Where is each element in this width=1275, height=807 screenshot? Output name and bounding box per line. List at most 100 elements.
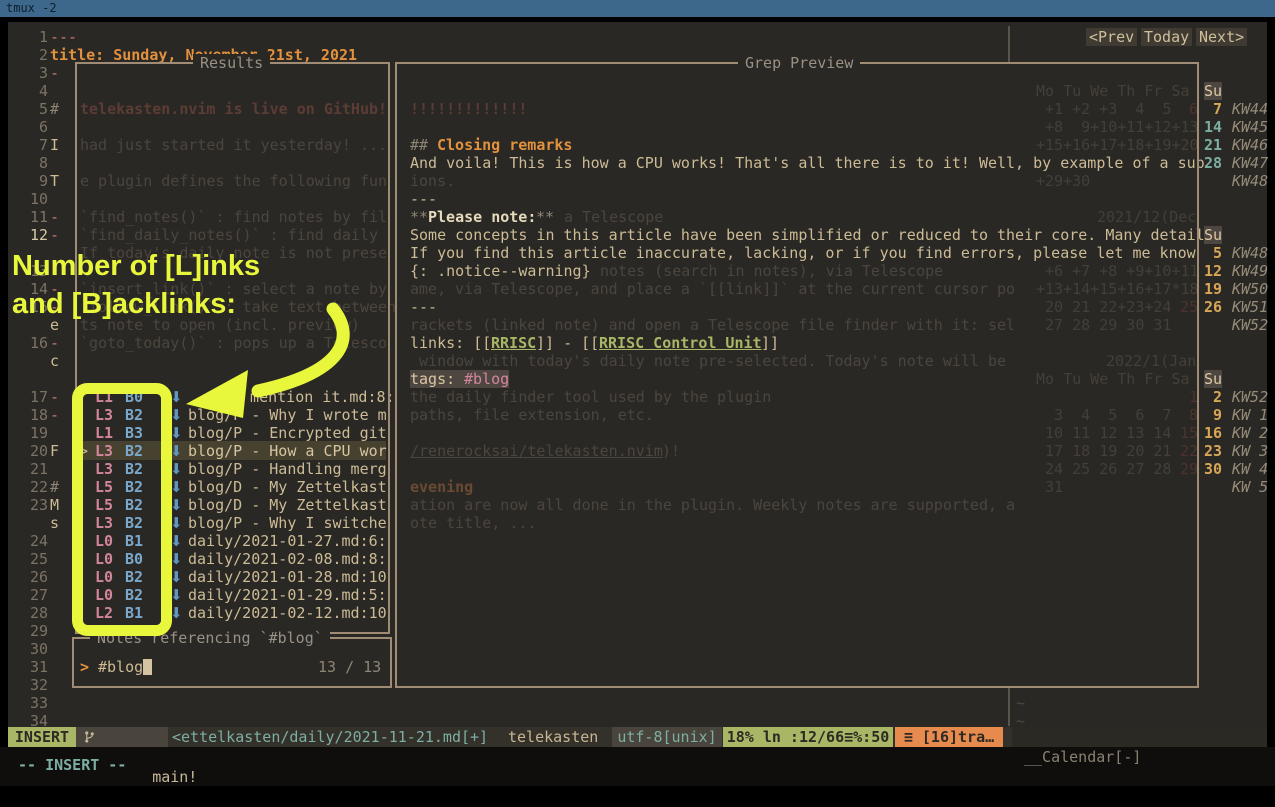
calendar-day[interactable]: 2 bbox=[1204, 388, 1222, 406]
text-seg: KW51 bbox=[1232, 298, 1268, 316]
cursor-position-label: 18% ln :12/66≡%:50 bbox=[723, 727, 893, 747]
text-seg: F bbox=[50, 442, 59, 460]
text-seg: 29 bbox=[28, 622, 48, 640]
text-seg: KW 3 bbox=[1232, 442, 1268, 460]
text-seg: - bbox=[50, 406, 59, 424]
text-seg: KW46 bbox=[1232, 136, 1268, 154]
text-seg: 30 bbox=[28, 640, 48, 658]
text-seg: c bbox=[50, 352, 59, 370]
text-seg: 3 bbox=[28, 64, 48, 82]
text-seg: T bbox=[50, 172, 59, 190]
text-seg: 1 bbox=[28, 28, 48, 46]
text-seg: KW 1 bbox=[1232, 406, 1268, 424]
calendar-day[interactable]: 26 bbox=[1204, 298, 1222, 316]
results-title: Results bbox=[193, 54, 270, 72]
text-seg: KW 4 bbox=[1232, 460, 1268, 478]
text-seg: KW52 bbox=[1232, 316, 1268, 334]
text-seg: 22 bbox=[28, 478, 48, 496]
text-seg: KW 5 bbox=[1232, 478, 1268, 496]
text-seg: Su bbox=[1204, 226, 1222, 244]
text-seg: - bbox=[50, 208, 59, 226]
text-seg: KW52 bbox=[1232, 388, 1268, 406]
text-seg: 33 bbox=[28, 694, 48, 712]
git-branch-label: main! bbox=[152, 768, 197, 786]
next-button[interactable]: Next> bbox=[1196, 28, 1247, 46]
text-seg: KW50 bbox=[1232, 280, 1268, 298]
text-seg: 7 bbox=[28, 136, 48, 154]
text-seg: - bbox=[50, 334, 59, 352]
text-seg: 8 bbox=[28, 154, 48, 172]
text-seg: 6 bbox=[28, 118, 48, 136]
calendar-day[interactable]: 5 bbox=[1204, 244, 1222, 262]
text-seg: KW48 bbox=[1232, 172, 1268, 190]
text-seg: 31 bbox=[28, 658, 48, 676]
text-seg: 26 bbox=[28, 568, 48, 586]
text-seg: 25 bbox=[28, 550, 48, 568]
results-window bbox=[75, 62, 390, 634]
git-branch-icon bbox=[84, 730, 95, 744]
calendar-day[interactable]: 30 bbox=[1204, 460, 1222, 478]
text-seg: KW48 bbox=[1232, 244, 1268, 262]
text-seg: 28 bbox=[28, 604, 48, 622]
text-seg: 32 bbox=[28, 676, 48, 694]
mode-indicator: INSERT bbox=[8, 727, 76, 747]
text-seg: --- bbox=[50, 28, 77, 46]
text-seg: 4 bbox=[28, 82, 48, 100]
annotation-text-line1: Number of [L]inks bbox=[12, 250, 260, 283]
text-seg: 24 bbox=[28, 532, 48, 550]
preview-window bbox=[395, 62, 1199, 688]
text-seg: 18 bbox=[28, 406, 48, 424]
text-seg: 10 bbox=[28, 190, 48, 208]
text-seg: Su bbox=[1204, 370, 1222, 388]
calendar-statusline: __Calendar[-] bbox=[1012, 727, 1267, 747]
buffer-indicator[interactable]: ≡ [16]tra… bbox=[895, 727, 1003, 747]
text-seg: 9 bbox=[28, 172, 48, 190]
text-seg: M bbox=[50, 496, 59, 514]
text-seg: # bbox=[50, 100, 59, 118]
calendar-day[interactable]: 14 bbox=[1204, 118, 1222, 136]
calendar-day[interactable]: 23 bbox=[1204, 442, 1222, 460]
text-seg: 17 bbox=[28, 388, 48, 406]
today-button[interactable]: Today bbox=[1141, 28, 1192, 46]
text-seg: 27 bbox=[28, 586, 48, 604]
text-cursor bbox=[143, 659, 152, 675]
text-seg: - bbox=[50, 388, 59, 406]
text-seg: 23 bbox=[28, 496, 48, 514]
calendar-day[interactable]: 9 bbox=[1204, 406, 1222, 424]
text-seg: KW47 bbox=[1232, 154, 1268, 172]
text-seg: 12 bbox=[28, 226, 48, 244]
text-seg: s bbox=[50, 514, 59, 532]
prev-button[interactable]: <Prev bbox=[1086, 28, 1137, 46]
text-seg: I bbox=[50, 136, 59, 154]
text-seg: 11 bbox=[28, 208, 48, 226]
calendar-day[interactable]: 21 bbox=[1204, 136, 1222, 154]
annotation-text-line2: and [B]acklinks: bbox=[12, 288, 236, 321]
encoding-label: utf-8[unix] bbox=[612, 727, 722, 747]
calendar-day[interactable]: 28 bbox=[1204, 154, 1222, 172]
text-seg: 21 bbox=[28, 460, 48, 478]
text-seg: # bbox=[50, 478, 59, 496]
text-seg: KW49 bbox=[1232, 262, 1268, 280]
statusline: INSERT main! <ettelkasten/daily/2021-11-… bbox=[8, 727, 1267, 747]
text-seg: KW 2 bbox=[1232, 424, 1268, 442]
text-seg: ~ bbox=[1016, 694, 1025, 712]
calendar-day[interactable]: 7 bbox=[1204, 100, 1222, 118]
text-seg: 19 bbox=[28, 424, 48, 442]
text-seg: 16 bbox=[28, 334, 48, 352]
text-seg: - bbox=[50, 64, 59, 82]
calendar-day[interactable]: 19 bbox=[1204, 280, 1222, 298]
text-seg: 20 bbox=[28, 442, 48, 460]
calendar-day[interactable]: 12 bbox=[1204, 262, 1222, 280]
preview-title: Grep Preview bbox=[738, 54, 860, 72]
screen: tmux -2 1---<PrevTodayNext>2title: Sunda… bbox=[0, 0, 1275, 786]
calendar-day[interactable]: 16 bbox=[1204, 424, 1222, 442]
text-seg: Su bbox=[1204, 82, 1222, 100]
text-seg: KW45 bbox=[1232, 118, 1268, 136]
filename-label: <ettelkasten/daily/2021-11-21.md[+] bbox=[172, 727, 488, 747]
text-seg: 2 bbox=[28, 46, 48, 64]
calendar-window-label: __Calendar[-] bbox=[1024, 747, 1141, 767]
text-seg: 5 bbox=[28, 100, 48, 118]
text-seg: KW44 bbox=[1232, 100, 1268, 118]
git-branch-segment[interactable]: main! bbox=[76, 727, 168, 747]
text-seg: - bbox=[50, 226, 59, 244]
